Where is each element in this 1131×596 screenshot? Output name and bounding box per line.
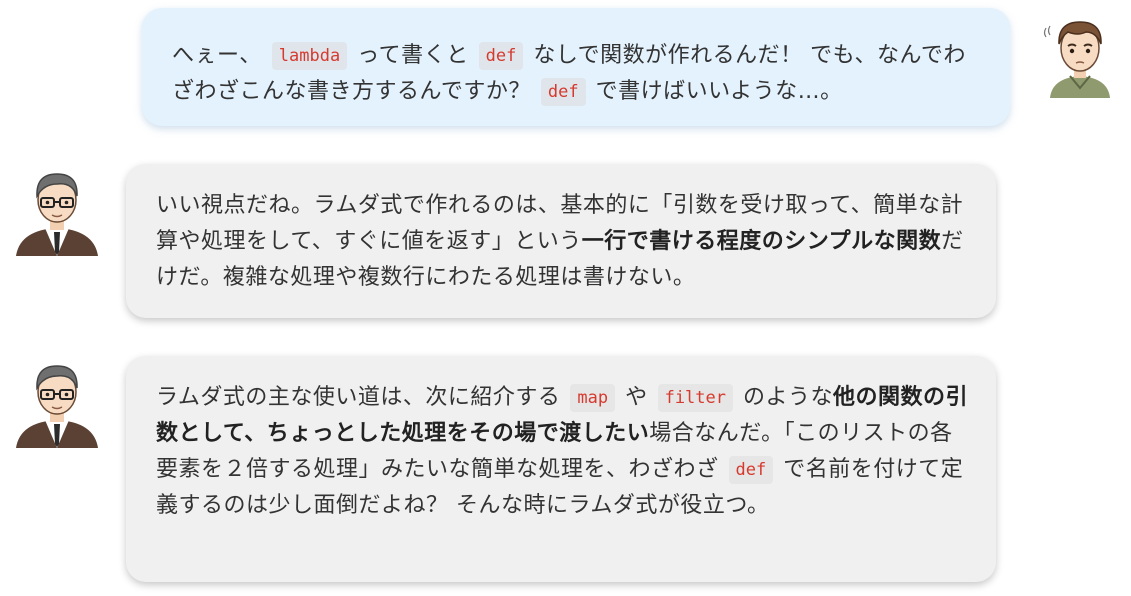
bold-text: 一行で書ける程度のシンプルな関数 bbox=[581, 229, 942, 254]
mentor-message-bubble: いい視点だね。ラムダ式で作れるのは、基本的に「引数を受け取って、簡単な計算や処理… bbox=[126, 164, 996, 318]
mentor-message-bubble: ラムダ式の主な使い道は、次に紹介する map や filter のような他の関数の引数と… bbox=[126, 356, 996, 582]
inline-code: def bbox=[540, 78, 586, 106]
inline-code: filter bbox=[657, 384, 733, 412]
inline-code: def bbox=[728, 456, 774, 484]
student-avatar-icon bbox=[1038, 10, 1122, 98]
inline-code: map bbox=[570, 384, 616, 412]
message-text: へぇー、 bbox=[172, 43, 262, 68]
message-text: ラムダ式の主な使い道は、次に紹介する bbox=[156, 385, 561, 410]
message-text: や bbox=[625, 385, 648, 410]
inline-code: lambda bbox=[271, 42, 348, 70]
message-text: のような bbox=[743, 385, 834, 410]
student-message-bubble: へぇー、 lambda って書くと def なしで関数が作れるんだ！ でも、なんでわざわ… bbox=[142, 8, 1010, 126]
inline-code: def bbox=[478, 42, 524, 70]
mentor-avatar-icon bbox=[12, 358, 102, 448]
message-text: で書けばいいような…。 bbox=[595, 79, 843, 104]
message-text: って書くと bbox=[357, 43, 469, 68]
mentor-avatar-icon bbox=[12, 166, 102, 256]
